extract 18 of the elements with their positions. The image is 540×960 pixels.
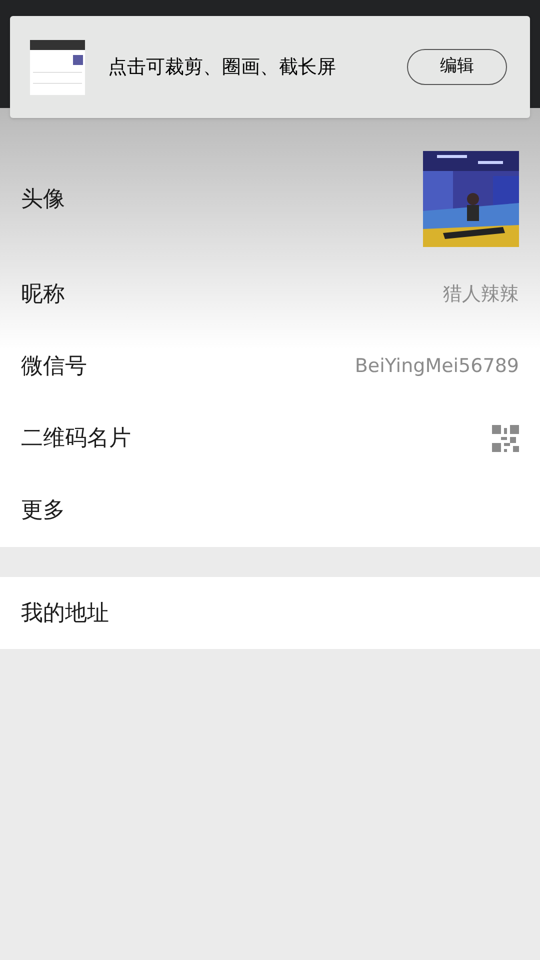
row-label: 二维码名片 (21, 424, 131, 452)
row-label: 微信号 (21, 352, 87, 380)
qr-code-icon (492, 424, 519, 452)
row-label: 更多 (21, 496, 65, 524)
profile-row[interactable]: 二维码名片 (0, 402, 540, 474)
row-label: 头像 (21, 186, 65, 214)
row-value: 猎人辣辣 (443, 282, 519, 307)
profile-row[interactable]: 我的地址 (0, 577, 540, 649)
hint-text: 点击可裁剪、圈画、截长屏 (108, 54, 337, 80)
profile-row[interactable]: 头像 (0, 140, 540, 258)
row-value: BeiYingMei56789 (354, 354, 519, 379)
row-label: 昵称 (21, 280, 65, 308)
screenshot-thumbnail-drawing (30, 40, 85, 94)
edit-button[interactable]: 编辑 (407, 49, 507, 85)
profile-row[interactable]: 昵称 猎人辣辣 (0, 258, 540, 330)
row-label: 我的地址 (21, 600, 109, 628)
profile-row[interactable]: 更多 (0, 474, 540, 546)
profile-row[interactable]: 微信号 BeiYingMei56789 (0, 330, 540, 402)
